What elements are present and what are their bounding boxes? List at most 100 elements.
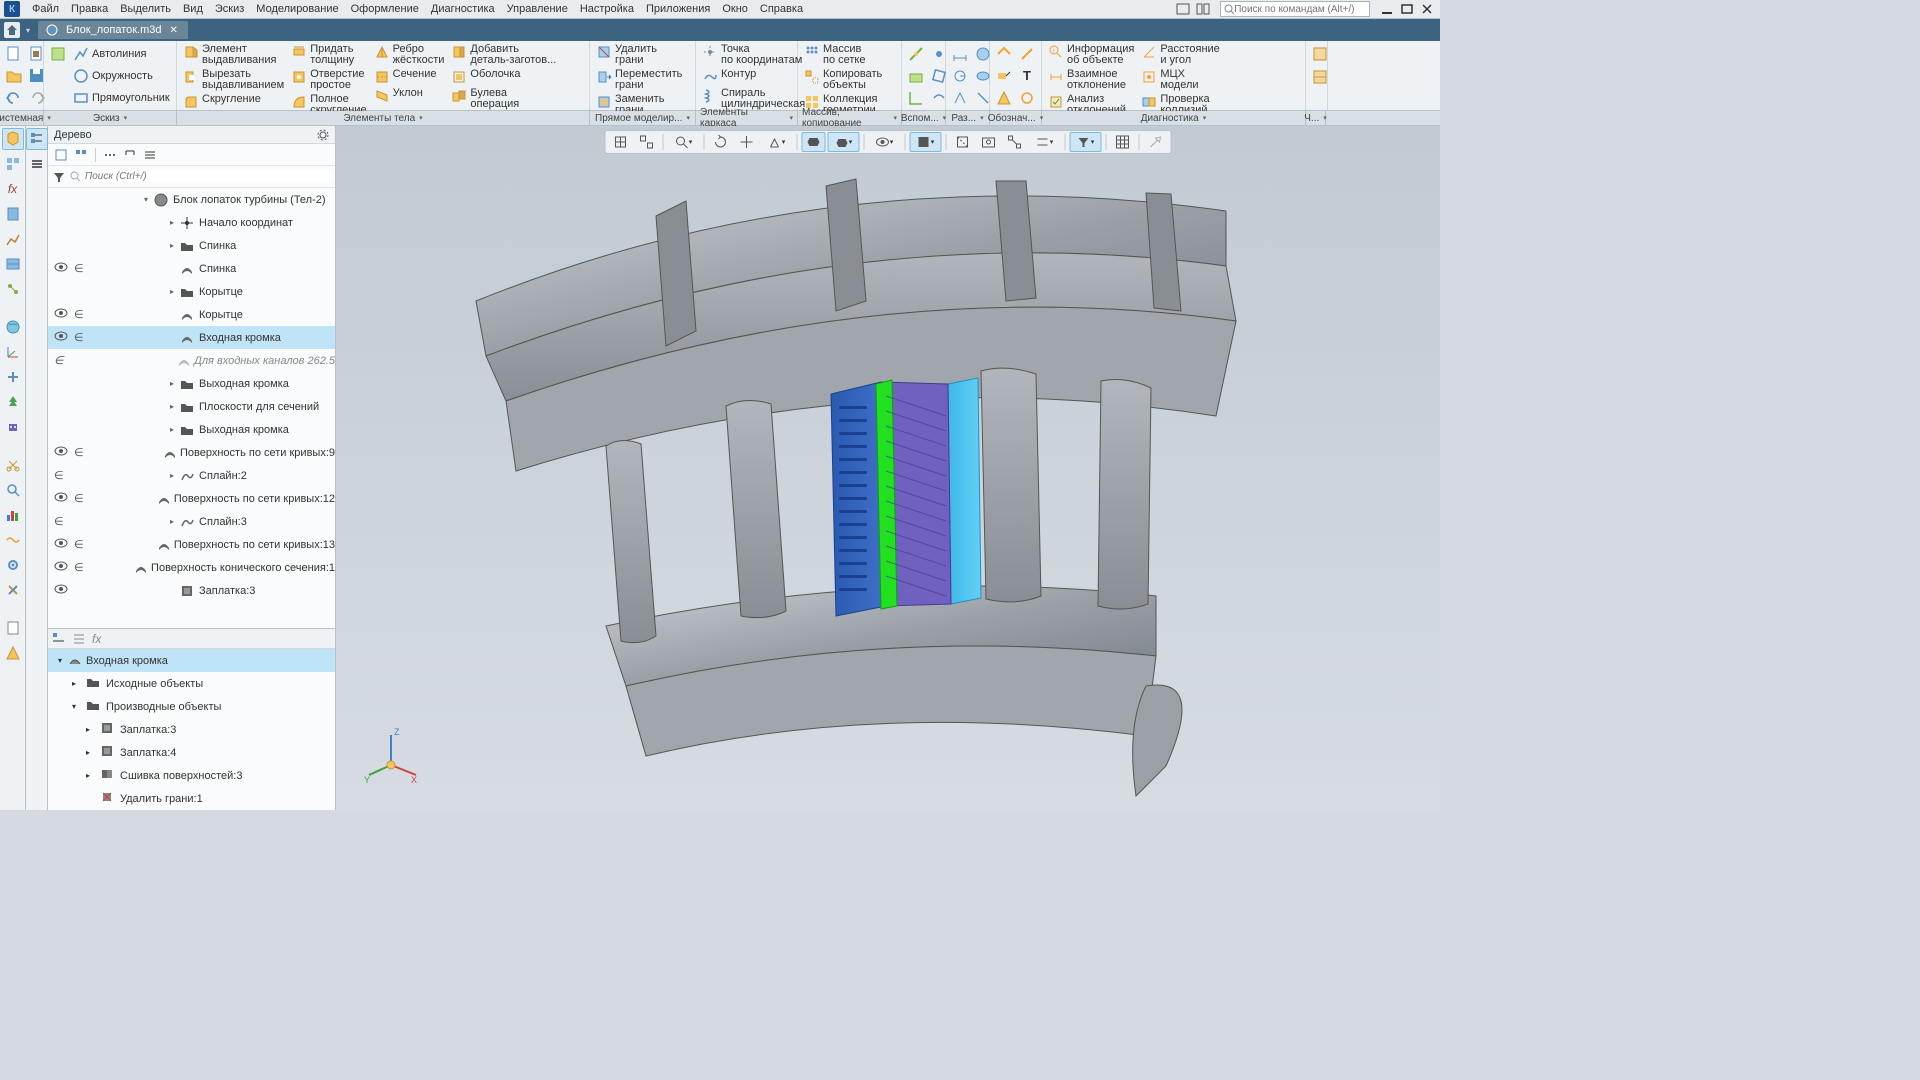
ribbon-group-Ч...[interactable]: Ч...▾ xyxy=(1306,111,1326,125)
viewport-3d[interactable]: ▾ ▾ ▾ ▾ ▾ ▾ ▾ xyxy=(336,126,1440,810)
document-tab[interactable]: Блок_лопаток.m3d ✕ xyxy=(38,21,188,39)
body-Булева-операция[interactable]: Булеваоперация xyxy=(448,87,559,111)
subset-icon[interactable]: ∈ xyxy=(74,262,84,275)
tree-item-Сплайн:2[interactable]: ∈▸Сплайн:2 xyxy=(48,464,335,487)
tree-item-Поверхность-конического-сечения:1[interactable]: ∈Поверхность конического сечения:1 xyxy=(48,556,335,579)
menu-Моделирование[interactable]: Моделирование xyxy=(250,1,344,17)
ts-table[interactable] xyxy=(2,253,24,275)
ribbon-group-Элементы каркаса[interactable]: Элементы каркаса▾ xyxy=(696,111,798,125)
close-button[interactable] xyxy=(1418,2,1436,16)
tree-tb-2[interactable] xyxy=(72,146,90,164)
tree-root[interactable]: ▾ Блок лопаток турбины (Тел-2) xyxy=(48,188,335,211)
dim-1[interactable] xyxy=(949,43,971,64)
filter-icon[interactable] xyxy=(52,170,66,184)
command-search-input[interactable] xyxy=(1234,4,1366,15)
ts-assembly[interactable] xyxy=(2,153,24,175)
tree-item-Спинка[interactable]: ∈Спинка xyxy=(48,257,335,280)
tree-body[interactable]: ▾ Блок лопаток турбины (Тел-2) ▸Начало к… xyxy=(48,188,335,628)
ribbon-group-Диагностика[interactable]: Диагностика▾ xyxy=(1042,111,1306,125)
body-Ребро-жёсткости[interactable]: Реброжёсткости xyxy=(371,43,448,67)
gear-icon[interactable] xyxy=(317,129,329,141)
frame-Контур[interactable]: Контур xyxy=(699,68,808,86)
command-search[interactable] xyxy=(1220,1,1370,17)
diag-Взаимное-отклонение[interactable]: Взаимноеотклонение xyxy=(1045,68,1137,92)
ts-doc[interactable] xyxy=(2,617,24,639)
dim-3[interactable] xyxy=(949,87,971,108)
ts2-hamburger[interactable] xyxy=(26,153,48,175)
tf-selected[interactable]: ▾ Входная кромка xyxy=(48,649,335,672)
menu-Эскиз[interactable]: Эскиз xyxy=(209,1,250,17)
ribbon-group-Элементы тела[interactable]: Элементы тела▾ xyxy=(177,111,590,125)
draft-2[interactable] xyxy=(1309,66,1331,88)
tf-item-Заплатка:3[interactable]: ▸Заплатка:3 xyxy=(48,718,335,741)
ts-links[interactable] xyxy=(2,278,24,300)
ts-globe[interactable] xyxy=(2,316,24,338)
tree-item-Поверхность-по-сети-кривых:12[interactable]: ∈Поверхность по сети кривых:12 xyxy=(48,487,335,510)
close-tab-icon[interactable]: ✕ xyxy=(170,25,178,36)
layout-icon-2[interactable] xyxy=(1194,2,1212,16)
array-Массив-по-сетке[interactable]: Массивпо сетке xyxy=(801,43,885,67)
new-doc-button[interactable] xyxy=(3,43,25,64)
diag-Расстояние-и-угол[interactable]: Расстояниеи угол xyxy=(1138,43,1222,67)
minimize-button[interactable] xyxy=(1378,2,1396,16)
tree-item-Спинка[interactable]: ▸Спинка xyxy=(48,234,335,257)
tree-search-input[interactable] xyxy=(85,171,331,182)
annot-2[interactable] xyxy=(993,65,1015,86)
direct-Удалить-грани[interactable]: Удалитьграни xyxy=(593,43,685,67)
menu-Оформление[interactable]: Оформление xyxy=(345,1,425,17)
diag-Информация-об-объекте[interactable]: iИнформацияоб объекте xyxy=(1045,43,1137,67)
body-Добавить-деталь-заготов...[interactable]: Добавитьдеталь-заготов... xyxy=(448,43,559,67)
body-Уклон[interactable]: Уклон xyxy=(371,87,448,105)
body-Сечение[interactable]: Сечение xyxy=(371,68,448,86)
ts-wave[interactable] xyxy=(2,529,24,551)
ts-coord[interactable] xyxy=(2,341,24,363)
ts-plus[interactable] xyxy=(2,366,24,388)
ribbon-group-Системная[interactable]: Системная▾ xyxy=(0,111,44,125)
tree-tb-5[interactable] xyxy=(141,146,159,164)
eye-icon[interactable] xyxy=(54,308,68,321)
ribbon-group-Прямое моделир...[interactable]: Прямое моделир...▾ xyxy=(590,111,696,125)
tf-tab-list[interactable] xyxy=(72,632,86,646)
ts-tools[interactable] xyxy=(2,579,24,601)
undo-button[interactable] xyxy=(3,87,25,108)
dim-2[interactable] xyxy=(949,65,971,86)
tf-tab-fx[interactable]: fx xyxy=(92,632,101,646)
menu-Правка[interactable]: Правка xyxy=(65,1,114,17)
menu-Диагностика[interactable]: Диагностика xyxy=(425,1,501,17)
body-Элемент-выдавливания[interactable]: Элементвыдавливания xyxy=(180,43,287,67)
menu-Файл[interactable]: Файл xyxy=(26,1,65,17)
sketch-Прямоугольник[interactable]: Прямоугольник xyxy=(70,87,173,108)
tree-tb-3[interactable] xyxy=(101,146,119,164)
body-Придать-толщину[interactable]: Придатьтолщину xyxy=(288,43,369,67)
ts-model-tree[interactable] xyxy=(2,128,24,150)
subset-icon[interactable]: ∈ xyxy=(74,538,84,551)
menu-Приложения[interactable]: Приложения xyxy=(640,1,716,17)
home-tab[interactable] xyxy=(4,22,20,38)
aux-3[interactable] xyxy=(905,87,927,108)
body-Скругление[interactable]: Скругление xyxy=(180,93,287,111)
tree-item-Поверхность-по-сети-кривых:9[interactable]: ∈Поверхность по сети кривых:9 xyxy=(48,441,335,464)
tree-item-Заплатка:3[interactable]: Заплатка:3 xyxy=(48,579,335,602)
tf-item-Исходные-объекты[interactable]: ▸Исходные объекты xyxy=(48,672,335,695)
body-Отверстие-простое[interactable]: Отверстиепростое xyxy=(288,68,369,92)
tree-tb-4[interactable] xyxy=(121,146,139,164)
ts-fx[interactable]: fx xyxy=(2,178,24,200)
maximize-button[interactable] xyxy=(1398,2,1416,16)
draft-1[interactable] xyxy=(1309,43,1331,65)
direct-Переместить-грани[interactable]: Переместитьграни xyxy=(593,68,685,92)
annot-5[interactable]: Т xyxy=(1016,65,1038,86)
tree-item-Выходная-кромка[interactable]: ▸Выходная кромка xyxy=(48,372,335,395)
open-button[interactable] xyxy=(3,65,25,86)
ts-graph[interactable] xyxy=(2,228,24,250)
eye-icon[interactable] xyxy=(54,561,68,574)
ribbon-group-Раз...[interactable]: Раз...▾ xyxy=(946,111,990,125)
tf-item-Удалить-грани:1[interactable]: Удалить грани:1 xyxy=(48,787,335,810)
eye-icon[interactable] xyxy=(54,331,68,344)
eye-icon[interactable] xyxy=(54,262,68,275)
subset-icon[interactable]: ∈ xyxy=(74,561,84,574)
annot-6[interactable] xyxy=(1016,87,1038,108)
tab-dropdown[interactable]: ▾ xyxy=(26,26,30,35)
ts-sheets[interactable] xyxy=(2,203,24,225)
menu-Вид[interactable]: Вид xyxy=(177,1,209,17)
subset-icon[interactable]: ∈ xyxy=(74,492,84,505)
